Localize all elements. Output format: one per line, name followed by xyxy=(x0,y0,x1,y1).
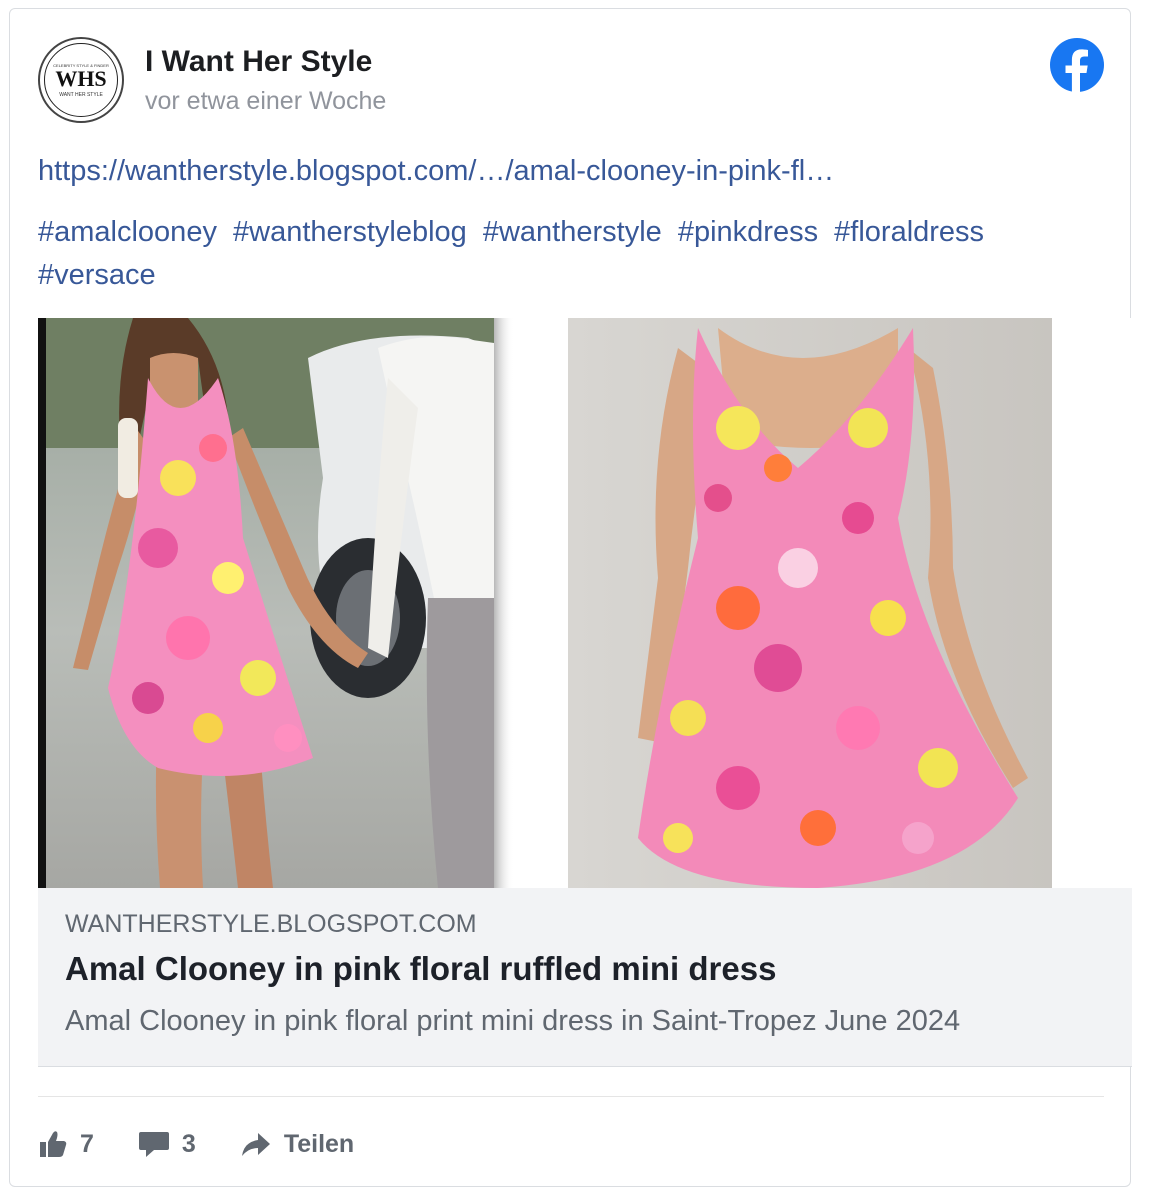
avatar-subtitle: WANT HER STYLE xyxy=(59,91,103,98)
hashtag-wantherstyle[interactable]: #wantherstyle xyxy=(483,216,662,248)
avatar-monogram: WHS xyxy=(55,65,107,91)
link-preview-image[interactable] xyxy=(38,318,1132,888)
post-actions: 7 3 Teilen xyxy=(38,1121,398,1167)
post-link[interactable]: https://wantherstyle.blogspot.com/…/amal… xyxy=(38,155,834,188)
hashtag-list: #amalclooney #wantherstyleblog #wanthers… xyxy=(38,211,1098,297)
comment-count: 3 xyxy=(181,1129,196,1158)
share-arrow-icon xyxy=(241,1133,270,1156)
comment-icon xyxy=(138,1132,169,1157)
thumbs-up-icon xyxy=(40,1131,67,1157)
facebook-post-card: CELEBRITY STYLE & FINDER WHS WANT HER ST… xyxy=(9,8,1132,1187)
like-count: 7 xyxy=(80,1129,94,1158)
page-avatar[interactable]: CELEBRITY STYLE & FINDER WHS WANT HER ST… xyxy=(38,37,124,123)
link-preview-info[interactable]: WANTHERSTYLE.BLOGSPOT.COM Amal Clooney i… xyxy=(38,888,1132,1067)
hashtag-pinkdress[interactable]: #pinkdress xyxy=(678,216,818,248)
dress-photo-collage xyxy=(38,318,1132,888)
share-label: Teilen xyxy=(283,1129,355,1158)
hashtag-wantherstyleblog[interactable]: #wantherstyleblog xyxy=(233,216,467,248)
hashtag-floraldress[interactable]: #floraldress xyxy=(834,216,984,248)
preview-domain: WANTHERSTYLE.BLOGSPOT.COM xyxy=(65,910,477,938)
hashtag-versace[interactable]: #versace xyxy=(38,259,156,291)
facebook-logo-icon[interactable] xyxy=(1049,37,1105,93)
hashtag-amalclooney[interactable]: #amalclooney xyxy=(38,216,217,248)
comment-button[interactable]: 3 xyxy=(138,1129,196,1159)
page-name[interactable]: I Want Her Style xyxy=(145,45,372,79)
share-button[interactable]: Teilen xyxy=(240,1129,354,1159)
actions-divider xyxy=(38,1096,1104,1097)
preview-description: Amal Clooney in pink floral print mini d… xyxy=(65,1005,961,1037)
like-button[interactable]: 7 xyxy=(38,1129,94,1159)
preview-title[interactable]: Amal Clooney in pink floral ruffled mini… xyxy=(65,950,776,988)
post-timestamp[interactable]: vor etwa einer Woche xyxy=(145,87,386,116)
